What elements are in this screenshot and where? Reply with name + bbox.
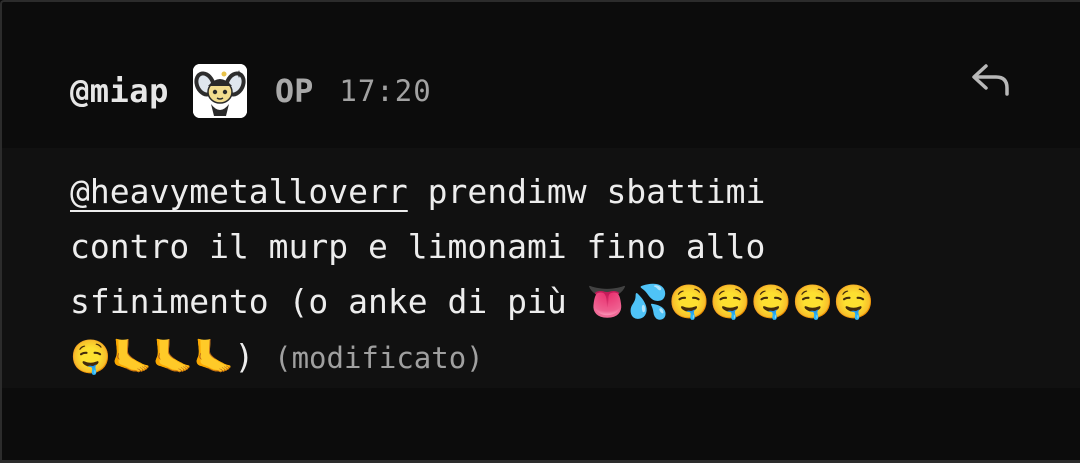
edited-label: (modificato) [274, 341, 484, 375]
op-badge: OP [274, 72, 314, 110]
comment-card: @miap OP 17:20 @heavymetalloverr prendim… [0, 0, 1080, 463]
author-username[interactable]: @miap [70, 72, 169, 110]
comment-header: @miap OP 17:20 [70, 60, 432, 122]
cartoon-character-icon [192, 64, 247, 118]
comment-text-line-3: sfinimento (o anke di più 👅💦🤤🤤🤤🤤🤤 [70, 282, 875, 321]
reply-arrow-icon [972, 64, 1009, 96]
reply-button[interactable] [970, 60, 1012, 100]
comment-timestamp: 17:20 [339, 74, 432, 108]
comment-text: @heavymetalloverr prendimw sbattimi contr… [70, 164, 1030, 386]
user-mention-link[interactable]: @heavymetalloverr [70, 172, 408, 211]
author-avatar[interactable] [192, 64, 247, 118]
comment-text-line-1: prendimw sbattimi [407, 172, 766, 211]
comment-text-line-2: contro il murp e limonami fino allo [70, 227, 766, 266]
comment-text-line-4: 🤤🦶🦶🦶) [70, 337, 255, 376]
